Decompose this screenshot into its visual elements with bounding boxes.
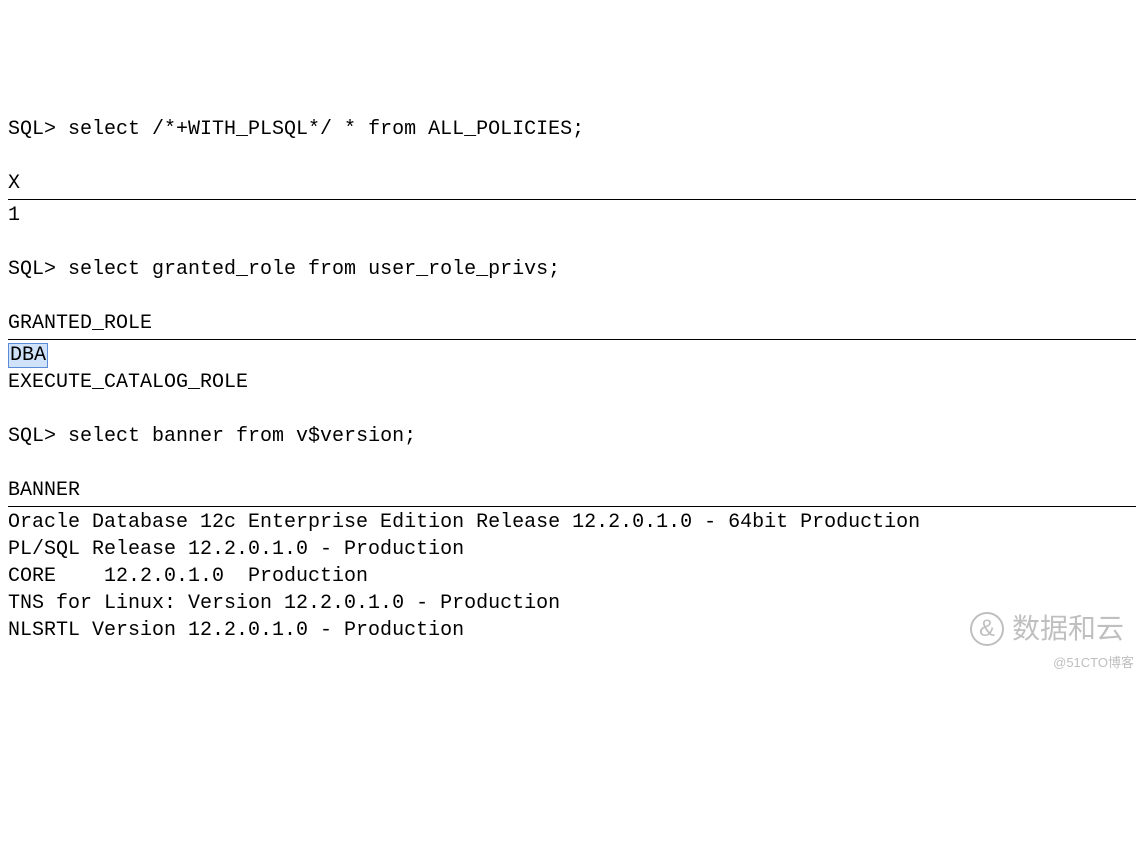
attribution-text: @51CTO博客 xyxy=(1053,654,1134,672)
row-2-selected: DBA xyxy=(8,343,48,368)
separator-3 xyxy=(8,506,1136,507)
separator-2 xyxy=(8,339,1136,340)
watermark-icon: & xyxy=(970,612,1004,646)
row-3-2: CORE 12.2.0.1.0 Production xyxy=(8,565,368,588)
sql-prompt-2: SQL> xyxy=(8,258,68,281)
row-3-4: NLSRTL Version 12.2.0.1.0 - Production xyxy=(8,619,464,642)
row-2-0: EXECUTE_CATALOG_ROLE xyxy=(8,371,248,394)
separator-1 xyxy=(8,199,1136,200)
row-1-0: 1 xyxy=(8,204,20,227)
col-header-1: X xyxy=(8,172,20,195)
sql-statement-2: select granted_role from user_role_privs… xyxy=(68,258,560,281)
row-3-0: Oracle Database 12c Enterprise Edition R… xyxy=(8,511,920,534)
sql-statement-3: select banner from v$version; xyxy=(68,425,416,448)
col-header-2: GRANTED_ROLE xyxy=(8,312,152,335)
sql-prompt-3: SQL> xyxy=(8,425,68,448)
watermark: & 数据和云 xyxy=(970,610,1124,648)
row-3-3: TNS for Linux: Version 12.2.0.1.0 - Prod… xyxy=(8,592,560,615)
sql-prompt-1: SQL> xyxy=(8,118,68,141)
sql-statement-1: select /*+WITH_PLSQL*/ * from ALL_POLICI… xyxy=(68,118,584,141)
row-3-1: PL/SQL Release 12.2.0.1.0 - Production xyxy=(8,538,464,561)
watermark-text: 数据和云 xyxy=(1012,610,1124,648)
col-header-3: BANNER xyxy=(8,479,80,502)
